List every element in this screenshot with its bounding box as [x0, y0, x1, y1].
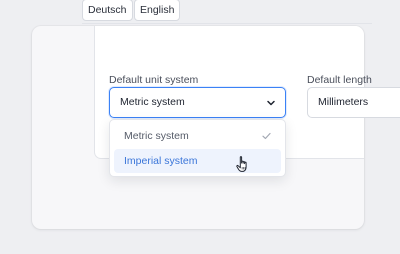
option-label: Metric system	[124, 130, 189, 142]
unit-system-label: Default unit system	[109, 74, 199, 86]
option-metric-system[interactable]: Metric system	[114, 124, 281, 148]
length-unit-value: Millimeters	[318, 96, 369, 108]
chevron-down-icon	[267, 100, 275, 106]
language-options-row: Deutsch English	[82, 0, 372, 24]
length-unit-label: Default length	[307, 74, 372, 86]
length-unit-select[interactable]: Millimeters	[307, 87, 400, 118]
unit-system-value: Metric system	[120, 96, 185, 108]
unit-system-select[interactable]: Metric system	[109, 87, 286, 118]
option-imperial-system[interactable]: Imperial system	[114, 149, 281, 173]
language-option-english[interactable]: English	[134, 0, 181, 21]
unit-system-dropdown-menu: Metric system Imperial system	[109, 119, 286, 177]
language-option-deutsch[interactable]: Deutsch	[82, 0, 133, 21]
hand-pointer-cursor-icon	[236, 156, 247, 172]
check-icon	[262, 132, 271, 140]
option-label: Imperial system	[124, 155, 198, 167]
